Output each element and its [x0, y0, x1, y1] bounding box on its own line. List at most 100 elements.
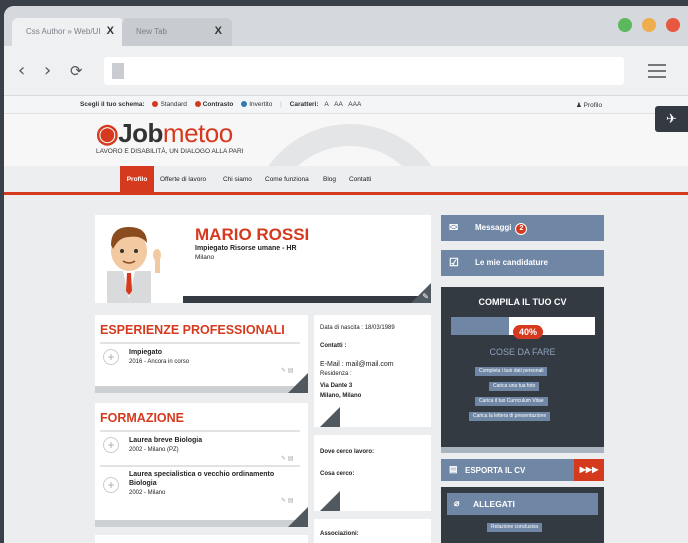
divider — [100, 465, 300, 467]
window-dot-red-icon[interactable] — [666, 18, 680, 32]
todo-cv-button[interactable]: Carica il tuo Curriculum Vitae — [475, 397, 548, 406]
logo-job: Job — [118, 118, 163, 148]
associations-label: Associazioni: — [320, 531, 359, 537]
menu-icon[interactable] — [648, 64, 666, 82]
address-line-1: Via Dante 3 — [320, 383, 353, 389]
web-page: Scegli il tuo schema: Standard Contrasto… — [4, 96, 688, 543]
attachments-header[interactable]: ⌀ ALLEGATI — [447, 493, 598, 515]
nav-item-chi-siamo[interactable]: Chi siamo — [223, 176, 252, 183]
plus-icon[interactable]: + — [103, 477, 119, 493]
share-plane-icon[interactable]: ✈ — [655, 106, 688, 132]
nav-item-come-funziona[interactable]: Come funziona — [265, 176, 309, 183]
tab-bar: Css Author » Web/UI X New Tab X — [4, 6, 688, 46]
export-label: ESPORTA IL CV — [465, 466, 526, 475]
plus-icon[interactable]: + — [103, 437, 119, 453]
edit-delete-icon[interactable]: ✎ ▤ — [281, 455, 293, 462]
applications-button[interactable]: ☑ Le mie candidature — [441, 250, 604, 276]
experience-item-title: Impiegato — [129, 349, 163, 356]
separator: | — [280, 101, 282, 108]
education-card: FORMAZIONE + Laurea breve Biologia 2002 … — [95, 403, 308, 527]
scheme-label: Scegli il tuo schema: — [80, 101, 145, 108]
nav-item-offerte[interactable]: Offerte di lavoro — [160, 176, 206, 183]
scheme-dot-icon — [152, 101, 159, 107]
nav-item-contatti[interactable]: Contatti — [349, 176, 371, 183]
attachment-item[interactable]: Relazione conclusiva — [487, 523, 542, 532]
window-dot-yellow-icon[interactable] — [642, 18, 656, 32]
envelope-icon: ✉ — [449, 222, 459, 234]
messages-label: Messaggi — [475, 223, 512, 232]
todo-cover-letter-button[interactable]: Carica la lettera di presentazione — [469, 412, 551, 421]
document-icon: ▤ — [449, 464, 458, 474]
page-icon — [112, 63, 124, 79]
what-label: Cosa cerco: — [320, 471, 355, 477]
nav-item-blog[interactable]: Blog — [323, 176, 336, 183]
edit-corner[interactable] — [288, 507, 308, 527]
education-item-title-2: Biologia — [129, 480, 157, 487]
applications-label: Le mie candidature — [475, 258, 548, 267]
profile-content: MARIO ROSSI Impiegato Risorse umane - HR… — [4, 195, 688, 543]
url-input[interactable] — [104, 57, 624, 85]
arrow-right-icon[interactable]: ▶▶▶ — [574, 459, 604, 481]
site-header: ◉Jobmetoo LAVORO E DISABILITÀ, UN DIALOG… — [4, 114, 688, 166]
reload-icon[interactable]: ⟳ — [70, 62, 83, 80]
profile-name: MARIO ROSSI — [195, 225, 310, 244]
accessibility-toolbar: Scegli il tuo schema: Standard Contrasto… — [4, 96, 688, 114]
avatar — [95, 215, 183, 303]
card-footer — [95, 386, 308, 393]
font-size-aa[interactable]: AA — [334, 101, 342, 108]
tab-label: New Tab — [136, 27, 167, 36]
cv-title: COMPILA IL TUO CV — [478, 297, 567, 307]
toolbar-profile-link[interactable]: ♟ Profilo — [576, 101, 602, 109]
tab-close-icon[interactable]: X — [215, 25, 222, 37]
tab-new-tab[interactable]: New Tab X — [122, 18, 232, 46]
toolbar-profile-label: Profilo — [583, 102, 603, 109]
cv-progress-box: COMPILA IL TUO CV 40% COSE DA FARE Compl… — [441, 287, 604, 453]
experience-card: ESPERIENZE PROFESSIONALI + Impiegato 201… — [95, 315, 308, 393]
export-cv-button[interactable]: ▤ ESPORTA IL CV ▶▶▶ — [441, 459, 604, 481]
next-card — [95, 535, 308, 543]
cv-box-footer — [441, 447, 604, 453]
user-icon: ♟ — [576, 102, 582, 109]
contacts-label: Contatti : — [320, 343, 347, 349]
divider — [100, 430, 300, 432]
profile-city: Milano — [195, 254, 215, 261]
todo-photo-button[interactable]: Carica una tua foto — [489, 382, 540, 391]
profile-card: MARIO ROSSI Impiegato Risorse umane - HR… — [95, 215, 431, 303]
cv-progress-fill — [451, 317, 509, 335]
edit-delete-icon[interactable]: ✎ ▤ — [281, 497, 293, 504]
chars-label: Caratteri: — [289, 101, 319, 108]
attachments-box: ⌀ ALLEGATI Relazione conclusiva — [441, 487, 604, 543]
residence-label: Residenza : — [320, 371, 352, 377]
attachments-label: ALLEGATI — [473, 499, 515, 509]
logo-icon: ◉ — [96, 118, 119, 148]
site-logo[interactable]: ◉Jobmetoo — [96, 118, 233, 149]
personal-info-card: Data di nascita : 18/03/1989 Contatti : … — [314, 315, 431, 427]
todo-personal-data-button[interactable]: Completa i tuoi dati personali — [475, 367, 548, 376]
back-icon[interactable]: ‹ — [18, 60, 25, 81]
messages-button[interactable]: ✉ Messaggi 2 — [441, 215, 604, 241]
plus-icon[interactable]: + — [103, 349, 119, 365]
font-size-a[interactable]: A — [324, 101, 328, 108]
scheme-dot-icon — [194, 101, 201, 107]
scheme-invertito[interactable]: Invertito — [249, 101, 272, 108]
scheme-standard[interactable]: Standard — [160, 101, 186, 108]
edit-corner[interactable] — [320, 491, 340, 511]
forward-icon[interactable]: › — [44, 60, 51, 81]
window-dot-green-icon[interactable] — [618, 18, 632, 32]
email: E-Mail : mail@mail.com — [320, 361, 394, 368]
edit-icon[interactable]: ✎ — [422, 292, 429, 301]
font-size-aaa[interactable]: AAA — [348, 101, 361, 108]
education-title: FORMAZIONE — [100, 411, 185, 425]
card-footer — [95, 520, 308, 527]
tab-close-icon[interactable]: X — [107, 25, 114, 37]
tab-label: Css Author » Web/UI — [26, 27, 101, 36]
tab-css-author[interactable]: Css Author » Web/UI X — [12, 18, 124, 46]
edit-corner[interactable] — [320, 407, 340, 427]
birth-date: Data di nascita : 18/03/1989 — [320, 325, 395, 331]
nav-item-profilo[interactable]: Profilo — [120, 166, 154, 195]
scheme-contrasto[interactable]: Contrasto — [203, 101, 234, 108]
edit-corner[interactable] — [288, 373, 308, 393]
paperclip-icon: ⌀ — [454, 498, 460, 508]
where-label: Dove cerco lavoro: — [320, 449, 375, 455]
main-nav: Profilo Offerte di lavoro Chi siamo Come… — [4, 166, 688, 195]
